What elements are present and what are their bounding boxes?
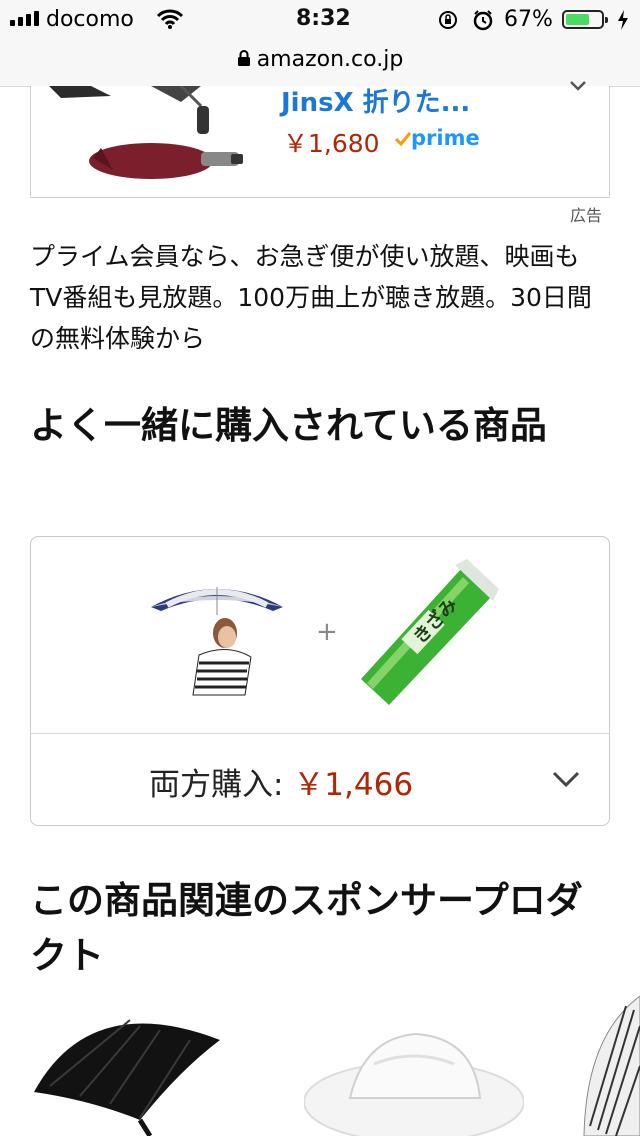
signal-icon	[10, 11, 39, 26]
battery-icon	[562, 10, 608, 29]
ad-label: 広告	[570, 206, 603, 225]
prime-badge: prime	[394, 126, 480, 150]
lock-icon	[237, 50, 250, 66]
plus-sign: +	[316, 617, 338, 647]
sponsored-product-white-hat[interactable]	[304, 1024, 524, 1136]
sponsored-products-title: この商品関連のスポンサープロダクト	[30, 879, 583, 977]
both-buy-label: 両方購入:	[149, 767, 294, 803]
url-domain: amazon.co.jp	[256, 47, 404, 72]
rotation-lock-icon	[439, 11, 457, 29]
url-bar[interactable]: amazon.co.jp	[0, 40, 640, 87]
battery-fill	[566, 14, 589, 25]
carrier-name: docomo	[46, 7, 134, 32]
clock: 8:32	[296, 6, 351, 31]
prime-label: prime	[411, 126, 480, 150]
charging-icon	[618, 10, 628, 30]
status-bar: docomo 8:32 67%	[0, 0, 640, 40]
chevron-down-icon[interactable]	[569, 80, 587, 92]
prime-check-icon	[394, 132, 412, 147]
ad-price: ￥1,680	[283, 129, 380, 158]
frequently-bought-box[interactable]: + きざみ 両方購入: ￥1,466	[30, 536, 610, 826]
sponsored-product-umbrella-black[interactable]	[30, 1000, 230, 1136]
ad-umbrella-image	[49, 86, 243, 179]
sponsored-ad[interactable]: JinsX 折りた... ￥1,680 prime	[30, 81, 610, 198]
battery-percent: 67%	[504, 7, 553, 32]
sponsored-product-striped-umbrella[interactable]	[576, 996, 640, 1136]
prime-promo-text[interactable]: プライム会員なら、お急ぎ便が使い放題、映画もTV番組も見放題。100万曲上が聴き…	[30, 236, 610, 359]
chevron-down-icon[interactable]	[551, 769, 581, 789]
both-buy-summary[interactable]: 両方購入: ￥1,466	[149, 759, 413, 804]
url-text[interactable]: amazon.co.jp	[0, 47, 640, 72]
ad-title[interactable]: JinsX 折りた...	[281, 82, 470, 119]
wasabi-tube-image[interactable]: きざみ	[351, 559, 501, 709]
wifi-icon	[156, 9, 184, 29]
both-buy-price: ￥1,466	[293, 767, 414, 803]
divider	[31, 733, 609, 734]
umbrella-hat-image[interactable]	[147, 577, 287, 697]
alarm-icon	[473, 10, 493, 31]
frequently-bought-title: よく一緒に購入されている商品	[30, 404, 547, 447]
